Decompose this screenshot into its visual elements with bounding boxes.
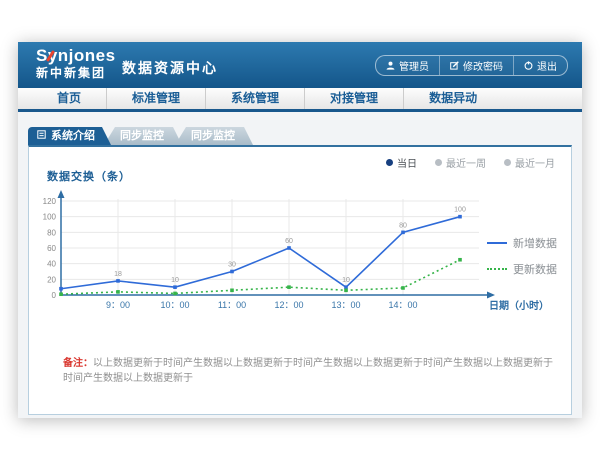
tab-label: 系统介绍 — [51, 127, 95, 145]
svg-text:100: 100 — [43, 213, 57, 222]
svg-text:60: 60 — [285, 238, 293, 245]
chart-panel: 当日 最近一周 最近一月 数据交换（条） 0 20 40 60 80 100 120 9：00… — [28, 145, 572, 415]
filter-last-month[interactable]: 最近一月 — [504, 155, 555, 170]
edit-icon — [450, 61, 459, 70]
y-axis-title: 数据交换（条） — [47, 168, 131, 184]
page-title: 数据资源中心 — [122, 58, 218, 78]
filter-today-label: 当日 — [397, 155, 417, 170]
change-password-label: 修改密码 — [463, 58, 503, 73]
nav-item-standards[interactable]: 标准管理 — [106, 88, 205, 109]
radio-dot-icon — [386, 159, 393, 166]
svg-text:9：00: 9：00 — [106, 300, 130, 310]
chart-legend: 新增数据 更新数据 — [487, 235, 557, 287]
svg-text:13：00: 13：00 — [331, 300, 360, 310]
legend-new-data-label: 新增数据 — [513, 235, 557, 251]
time-range-filters: 当日 最近一周 最近一月 — [386, 155, 555, 170]
filter-last-week-label: 最近一周 — [446, 155, 486, 170]
content-tabs: 系统介绍 同步监控 同步监控 — [28, 127, 253, 145]
footnote-prefix: 备注： — [63, 358, 93, 369]
svg-text:10: 10 — [342, 277, 350, 284]
legend-new-data[interactable]: 新增数据 — [487, 235, 557, 251]
app-header: Synjones 新中新集团 数据资源中心 管理员 修改密码 — [18, 42, 582, 88]
logout-label: 退出 — [537, 58, 557, 73]
svg-text:80: 80 — [399, 222, 407, 229]
power-icon — [524, 61, 533, 70]
svg-text:0: 0 — [52, 291, 57, 300]
main-nav: 首页 标准管理 系统管理 对接管理 数据异动 — [18, 88, 582, 112]
svg-text:10：00: 10：00 — [160, 300, 189, 310]
radio-dot-icon — [504, 159, 511, 166]
footnote-text: 以上数据更新于时间产生数据以上数据更新于时间产生数据以上数据更新于时间产生数据以… — [63, 358, 553, 384]
solid-line-swatch-icon — [487, 242, 507, 244]
filter-last-month-label: 最近一月 — [515, 155, 555, 170]
change-password-button[interactable]: 修改密码 — [439, 56, 513, 75]
svg-text:14：00: 14：00 — [388, 300, 417, 310]
app-window: Synjones 新中新集团 数据资源中心 管理员 修改密码 — [18, 42, 582, 418]
legend-updated-data[interactable]: 更新数据 — [487, 261, 557, 277]
svg-text:80: 80 — [47, 228, 56, 237]
svg-text:18: 18 — [114, 271, 122, 278]
filter-today[interactable]: 当日 — [386, 155, 417, 170]
svg-text:12：00: 12：00 — [274, 300, 303, 310]
radio-dot-icon — [435, 159, 442, 166]
form-icon — [37, 127, 46, 145]
filter-last-week[interactable]: 最近一周 — [435, 155, 486, 170]
admin-user-label: 管理员 — [399, 58, 429, 73]
user-actions-group: 管理员 修改密码 退出 — [375, 55, 568, 76]
svg-text:日期（小时）: 日期（小时） — [489, 299, 549, 312]
dotted-line-swatch-icon — [487, 268, 507, 270]
logout-button[interactable]: 退出 — [513, 56, 567, 75]
line-chart: 0 20 40 60 80 100 120 9：00 10：00 11：00 12：00 13：00 1… — [43, 183, 553, 323]
svg-text:11：00: 11：00 — [218, 300, 246, 310]
svg-text:120: 120 — [43, 197, 57, 206]
legend-updated-data-label: 更新数据 — [513, 261, 557, 277]
tab-system-intro[interactable]: 系统介绍 — [28, 127, 111, 145]
nav-item-home[interactable]: 首页 — [32, 88, 106, 109]
nav-item-interface[interactable]: 对接管理 — [304, 88, 403, 109]
nav-item-system[interactable]: 系统管理 — [205, 88, 304, 109]
nav-item-data-change[interactable]: 数据异动 — [403, 88, 502, 109]
admin-user-button[interactable]: 管理员 — [376, 56, 439, 75]
tab-sync-monitor-1[interactable]: 同步监控 — [104, 127, 182, 145]
tab-sync-monitor-2[interactable]: 同步监控 — [175, 127, 253, 145]
logo-subtext: 新中新集团 — [36, 67, 116, 80]
svg-text:10: 10 — [171, 277, 179, 284]
footnote: 备注：以上数据更新于时间产生数据以上数据更新于时间产生数据以上数据更新于时间产生… — [63, 356, 555, 386]
svg-text:20: 20 — [47, 275, 56, 284]
svg-text:100: 100 — [454, 207, 466, 214]
logo-text: Synjones — [36, 47, 116, 66]
svg-text:60: 60 — [47, 244, 56, 253]
svg-text:30: 30 — [228, 262, 236, 269]
svg-text:40: 40 — [47, 260, 56, 269]
user-icon — [386, 61, 395, 70]
company-logo: Synjones 新中新集团 — [36, 47, 116, 80]
